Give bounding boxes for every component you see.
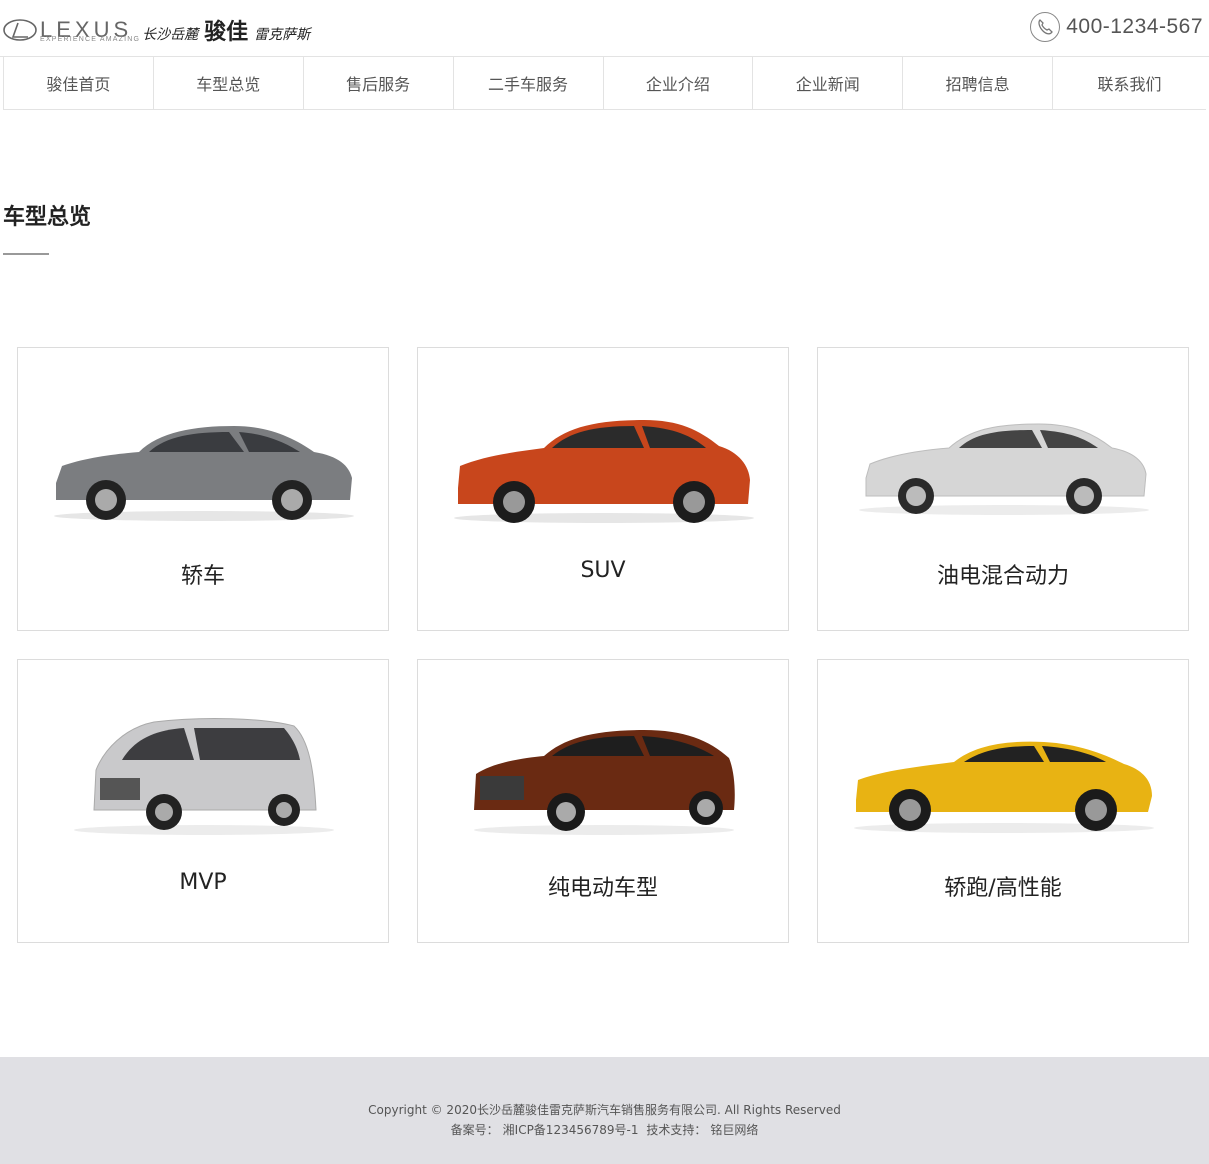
dealer-logo[interactable]: LEXUS EXPERIENCE AMAZING 长沙岳麓 骏佳 雷克萨斯 (2, 10, 312, 50)
model-label: MVP (179, 870, 227, 895)
suv-car-icon (454, 420, 754, 523)
nav-item-jobs[interactable]: 招聘信息 (903, 57, 1054, 109)
model-label: 油电混合动力 (936, 564, 1069, 589)
nav-item-home[interactable]: 骏佳首页 (4, 57, 154, 109)
main-nav: 骏佳首页 车型总览 售后服务 二手车服务 企业介绍 企业新闻 招聘信息 联系我们 (3, 57, 1206, 110)
nav-item-news[interactable]: 企业新闻 (753, 57, 904, 109)
dealer-title: 骏佳 (204, 19, 249, 45)
model-card-electric[interactable]: 纯电动车型 (417, 659, 789, 943)
mvp-van-icon (74, 718, 334, 835)
tech-support-vendor[interactable]: 铭巨网络 (710, 1123, 758, 1137)
nav-item-service[interactable]: 售后服务 (304, 57, 454, 109)
dealer-name: 长沙岳麓 骏佳 雷克萨斯 (142, 14, 310, 46)
dealer-brand: 雷克萨斯 (254, 27, 311, 43)
site-footer: Copyright © 2020长沙岳麓骏佳雷克萨斯汽车销售服务有限公司. Al… (0, 1057, 1209, 1164)
lexus-emblem-icon (3, 19, 37, 41)
model-label: 轿车 (180, 564, 225, 589)
page-title: 车型总览 (3, 205, 92, 230)
electric-car-icon (474, 730, 735, 835)
model-label: 轿跑/高性能 (944, 876, 1062, 901)
icp-label: 备案号： (450, 1123, 499, 1137)
model-card-mvp[interactable]: MVP (17, 659, 389, 943)
model-card-suv[interactable]: SUV (417, 347, 789, 631)
icp-line: 备案号： 湘ICP备123456789号-1 技术支持： 铭巨网络 (0, 1121, 1209, 1138)
sedan-car-icon (54, 426, 354, 521)
hotline[interactable]: 400-1234-567 (1030, 12, 1203, 42)
phone-icon (1030, 12, 1061, 42)
hybrid-car-icon (859, 423, 1149, 515)
dealer-city: 长沙岳麓 (142, 27, 199, 43)
nav-item-used-cars[interactable]: 二手车服务 (454, 57, 604, 109)
tech-support-label: 技术支持： (646, 1123, 707, 1137)
icp-number[interactable]: 湘ICP备123456789号-1 (503, 1123, 639, 1137)
model-card-sedan[interactable]: 轿车 (17, 347, 389, 631)
nav-item-about[interactable]: 企业介绍 (604, 57, 754, 109)
nav-item-contact[interactable]: 联系我们 (1053, 57, 1206, 109)
site-header: LEXUS EXPERIENCE AMAZING 长沙岳麓 骏佳 雷克萨斯 400-… (0, 0, 1209, 57)
model-label: SUV (580, 558, 626, 583)
model-card-hybrid[interactable]: 油电混合动力 (817, 347, 1189, 631)
coupe-car-icon (854, 741, 1154, 833)
model-label: 纯电动车型 (547, 876, 658, 901)
model-card-coupe[interactable]: 轿跑/高性能 (817, 659, 1189, 943)
brand-tagline: EXPERIENCE AMAZING (40, 36, 141, 43)
phone-number: 400-1234-567 (1066, 15, 1203, 38)
copyright-text: Copyright © 2020长沙岳麓骏佳雷克萨斯汽车销售服务有限公司. Al… (368, 1103, 841, 1117)
nav-item-models[interactable]: 车型总览 (154, 57, 304, 109)
title-divider (3, 253, 49, 255)
